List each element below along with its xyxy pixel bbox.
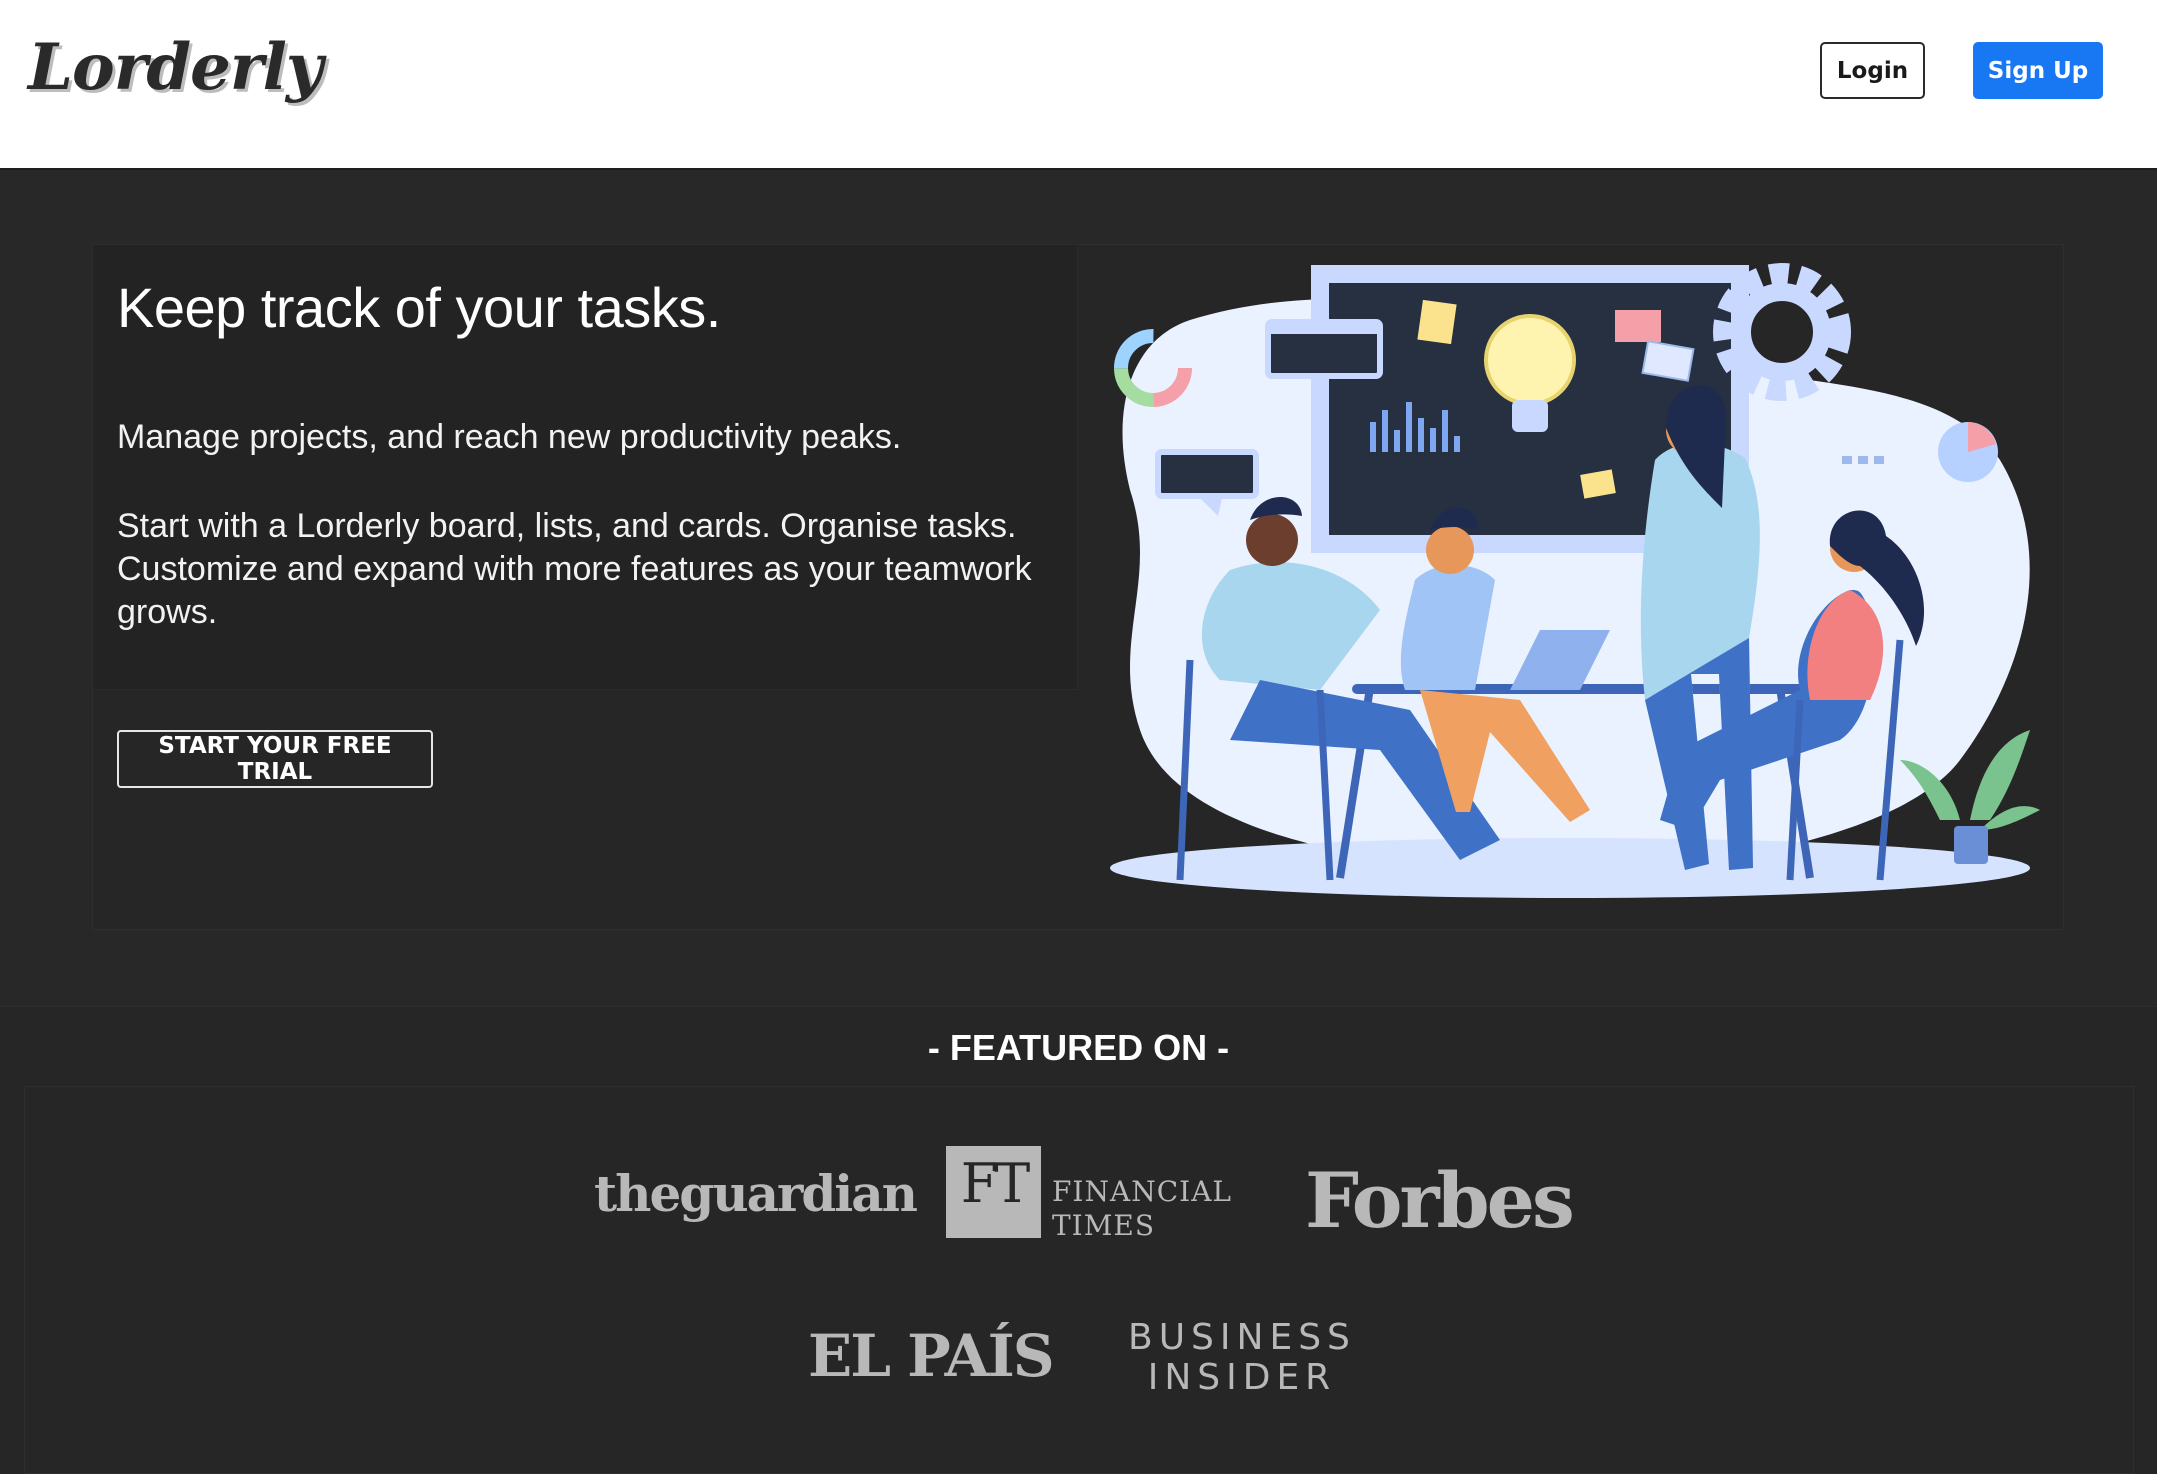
- login-button[interactable]: Login: [1820, 42, 1925, 99]
- featured-logos-container: [24, 1086, 2134, 1474]
- brand-logo[interactable]: Lorderly: [28, 30, 323, 105]
- guardian-logo: theguardian: [594, 1164, 918, 1223]
- business-insider-logo: BUSINESS INSIDER: [1128, 1318, 1356, 1398]
- elpais-logo: EL PAÍS: [808, 1322, 1055, 1390]
- hero-title: Keep track of your tasks.: [117, 276, 721, 339]
- signup-button[interactable]: Sign Up: [1973, 42, 2103, 99]
- business-insider-line1: BUSINESS: [1128, 1317, 1356, 1358]
- hero-text-panel: Keep track of your tasks. Manage project…: [92, 244, 1078, 690]
- start-free-trial-button[interactable]: START YOUR FREE TRIAL: [117, 730, 433, 788]
- ft-logo-line2: TIMES: [1052, 1209, 1156, 1242]
- ft-logo-mark: FT: [946, 1146, 1041, 1238]
- featured-title: - FEATURED ON -: [927, 1027, 1230, 1068]
- ft-logo-line1: FINANCIAL: [1052, 1175, 1233, 1208]
- ft-logo-name: FINANCIAL TIMES: [1052, 1175, 1232, 1243]
- team-collaboration-illustration: [1110, 263, 2040, 898]
- business-insider-line2: INSIDER: [1147, 1357, 1337, 1398]
- navbar: Lorderly Login Sign Up: [0, 0, 2157, 170]
- hero-description: Start with a Lorderly board, lists, and …: [117, 507, 1032, 632]
- forbes-logo: Forbes: [1305, 1156, 1575, 1245]
- hero-subtitle: Manage projects, and reach new productiv…: [117, 417, 902, 456]
